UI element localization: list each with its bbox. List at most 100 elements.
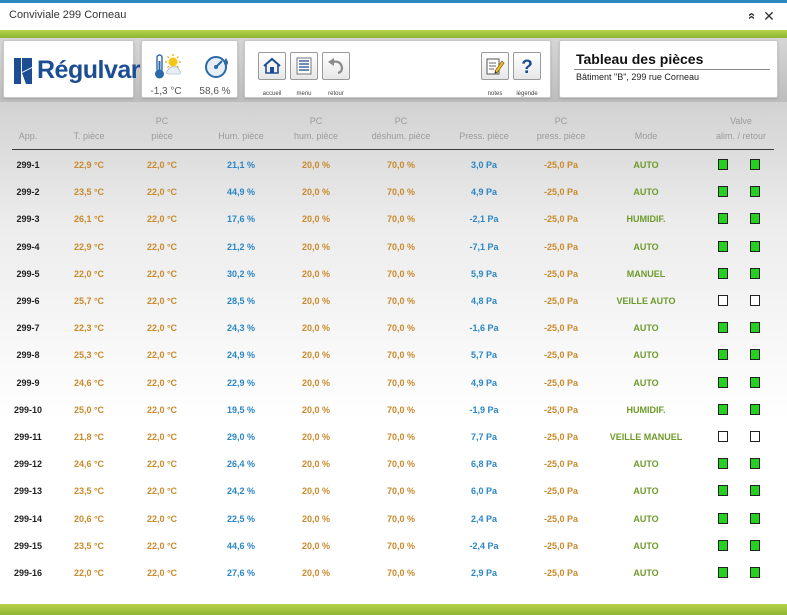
cell-hum: 27,6 % [226, 568, 256, 578]
cell-mode: AUTO [633, 568, 659, 578]
cell-press: -1,6 Pa [469, 323, 499, 334]
table-row[interactable]: 299-1 22,9 °C 22,0 °C 21,1 % 20,0 % 70,0 % 3,0… [0, 151, 787, 178]
collapse-icon[interactable]: « [742, 8, 762, 24]
question-mark-icon: ? [521, 57, 533, 76]
valve-return-indicator [750, 431, 760, 442]
valve-return-indicator [750, 458, 760, 470]
cell-t: 26,1 °C [73, 214, 105, 225]
header-hum-piece: Hum. pièce [218, 131, 264, 141]
cell-pcd: 70,0 % [386, 459, 416, 470]
legende-button[interactable]: ? [513, 52, 541, 80]
cell-pcp: -25,0 Pa [543, 459, 579, 470]
table-row[interactable]: 299-2 23,5 °C 22,0 °C 44,9 % 20,0 % 70,0 % 4,9… [0, 178, 787, 205]
cell-mode: AUTO [633, 187, 659, 198]
cell-press: 7,7 Pa [470, 432, 498, 442]
valve-return-indicator [750, 376, 760, 388]
cell-pc: 22,0 °C [146, 241, 178, 252]
valve-supply-indicator [718, 376, 728, 388]
cell-t: 24,6 °C [73, 377, 105, 388]
cell-app: 299-4 [16, 241, 40, 252]
cell-pcd: 70,0 % [386, 187, 416, 198]
valve-return-indicator [750, 267, 760, 279]
header-pc-deshum-1: PC [394, 116, 408, 126]
cell-hum: 24,3 % [226, 323, 256, 334]
cell-pch: 20,0 % [301, 323, 331, 334]
menu-button[interactable] [290, 52, 318, 80]
retour-button[interactable] [322, 52, 350, 80]
cell-app: 299-11 [14, 432, 42, 442]
cell-hum: 17,6 % [226, 214, 256, 225]
table-row[interactable]: 299-5 22,0 °C 22,0 °C 30,2 % 20,0 % 70,0 % 5,9… [0, 260, 787, 287]
cell-hum: 21,1 % [226, 160, 256, 170]
thermometer-sun-icon [155, 54, 181, 79]
cell-pcd: 70,0 % [386, 568, 416, 578]
window-title: Conviviale 299 Corneau [9, 9, 127, 21]
notes-button[interactable] [481, 52, 509, 80]
table-row[interactable]: 299-3 26,1 °C 22,0 °C 17,6 % 20,0 % 70,0 % -2,… [0, 205, 787, 232]
cell-press: 4,9 Pa [470, 187, 498, 198]
cell-pch: 20,0 % [301, 377, 331, 388]
cell-pc: 22,0 °C [146, 459, 178, 470]
cell-pcd: 70,0 % [386, 323, 416, 334]
table-row[interactable]: 299-9 24,6 °C 22,0 °C 22,9 % 20,0 % 70,0 % 4,9… [0, 369, 787, 396]
cell-pcd: 70,0 % [386, 513, 416, 524]
cell-t: 22,9 °C [73, 160, 105, 170]
cell-press: 6,8 Pa [470, 459, 498, 470]
legende-label[interactable]: légende [507, 91, 547, 97]
accueil-button[interactable] [258, 52, 286, 80]
cell-pch: 20,0 % [301, 486, 331, 497]
header-accent-bar [0, 30, 787, 38]
valve-supply-indicator [718, 159, 728, 170]
table-row[interactable]: 299-15 23,5 °C 22,0 °C 44,6 % 20,0 % 70,0 % -2… [0, 532, 787, 559]
cell-app: 299-10 [13, 404, 43, 415]
table-row[interactable]: 299-12 24,6 °C 22,0 °C 26,4 % 20,0 % 70,0 % 6,… [0, 450, 787, 477]
cell-pch: 20,0 % [301, 432, 331, 442]
retour-label[interactable]: retour [316, 91, 356, 97]
valve-return-indicator [750, 539, 760, 551]
cell-t: 21,8 °C [73, 432, 105, 442]
table-row[interactable]: 299-14 20,6 °C 22,0 °C 22,5 % 20,0 % 70,0 % 2,… [0, 505, 787, 532]
cell-t: 24,6 °C [73, 459, 105, 470]
header-pc-press-1: PC [554, 116, 568, 126]
table-row[interactable]: 299-10 25,0 °C 22,0 °C 19,5 % 20,0 % 70,0 % -1… [0, 396, 787, 423]
table-row[interactable]: 299-13 23,5 °C 22,0 °C 24,2 % 20,0 % 70,0 % 6,… [0, 477, 787, 504]
cell-pcp: -25,0 Pa [543, 540, 579, 551]
table-row[interactable]: 299-8 25,3 °C 22,0 °C 24,9 % 20,0 % 70,0 % 5,7… [0, 341, 787, 368]
logo-mark-icon [14, 58, 32, 84]
header-divider [12, 149, 774, 150]
close-icon[interactable]: ✕ [761, 6, 777, 26]
cell-pch: 20,0 % [301, 513, 331, 524]
outdoor-temperature: -1,3 °C [150, 86, 182, 97]
cell-app: 299-8 [16, 350, 40, 361]
cell-pcp: -25,0 Pa [543, 377, 579, 388]
valve-supply-indicator [718, 458, 728, 470]
cell-hum: 30,2 % [226, 268, 256, 279]
cell-pcp: -25,0 Pa [543, 187, 579, 198]
cell-app: 299-3 [16, 214, 40, 225]
table-row[interactable]: 299-4 22,9 °C 22,0 °C 21,2 % 20,0 % 70,0 % -7,… [0, 233, 787, 260]
cell-app: 299-14 [13, 513, 43, 524]
nav-panel: ? accueil menu retour notes légende [244, 40, 551, 98]
table-row[interactable]: 299-16 22,0 °C 22,0 °C 27,6 % 20,0 % 70,0 % 2,… [0, 559, 787, 586]
cell-hum: 44,9 % [226, 187, 256, 198]
valve-supply-indicator [718, 431, 728, 442]
cell-pc: 22,0 °C [146, 540, 178, 551]
cell-pch: 20,0 % [301, 214, 331, 225]
cell-pc: 22,0 °C [146, 268, 178, 279]
cell-press: -1,9 Pa [469, 404, 499, 415]
cell-pcp: -25,0 Pa [543, 214, 579, 225]
header-pc-hum-2: hum. pièce [293, 131, 339, 141]
cell-pcp: -25,0 Pa [543, 404, 579, 415]
cell-press: -2,1 Pa [469, 214, 499, 225]
table-row[interactable]: 299-7 22,3 °C 22,0 °C 24,3 % 20,0 % 70,0 % -1,… [0, 314, 787, 341]
cell-app: 299-9 [16, 377, 40, 388]
header-t-piece: T. pièce [73, 131, 105, 141]
page-title: Tableau des pièces [576, 51, 704, 67]
notes-pencil-icon [486, 58, 505, 75]
valve-supply-indicator [718, 240, 728, 252]
cell-press: 4,8 Pa [470, 296, 498, 306]
table-row[interactable]: 299-11 21,8 °C 22,0 °C 29,0 % 20,0 % 70,0 % 7,… [0, 423, 787, 450]
cell-hum: 19,5 % [226, 404, 256, 415]
table-row[interactable]: 299-6 25,7 °C 22,0 °C 28,5 % 20,0 % 70,0 % 4,8… [0, 287, 787, 314]
logo-panel: Régulvar [3, 40, 140, 98]
